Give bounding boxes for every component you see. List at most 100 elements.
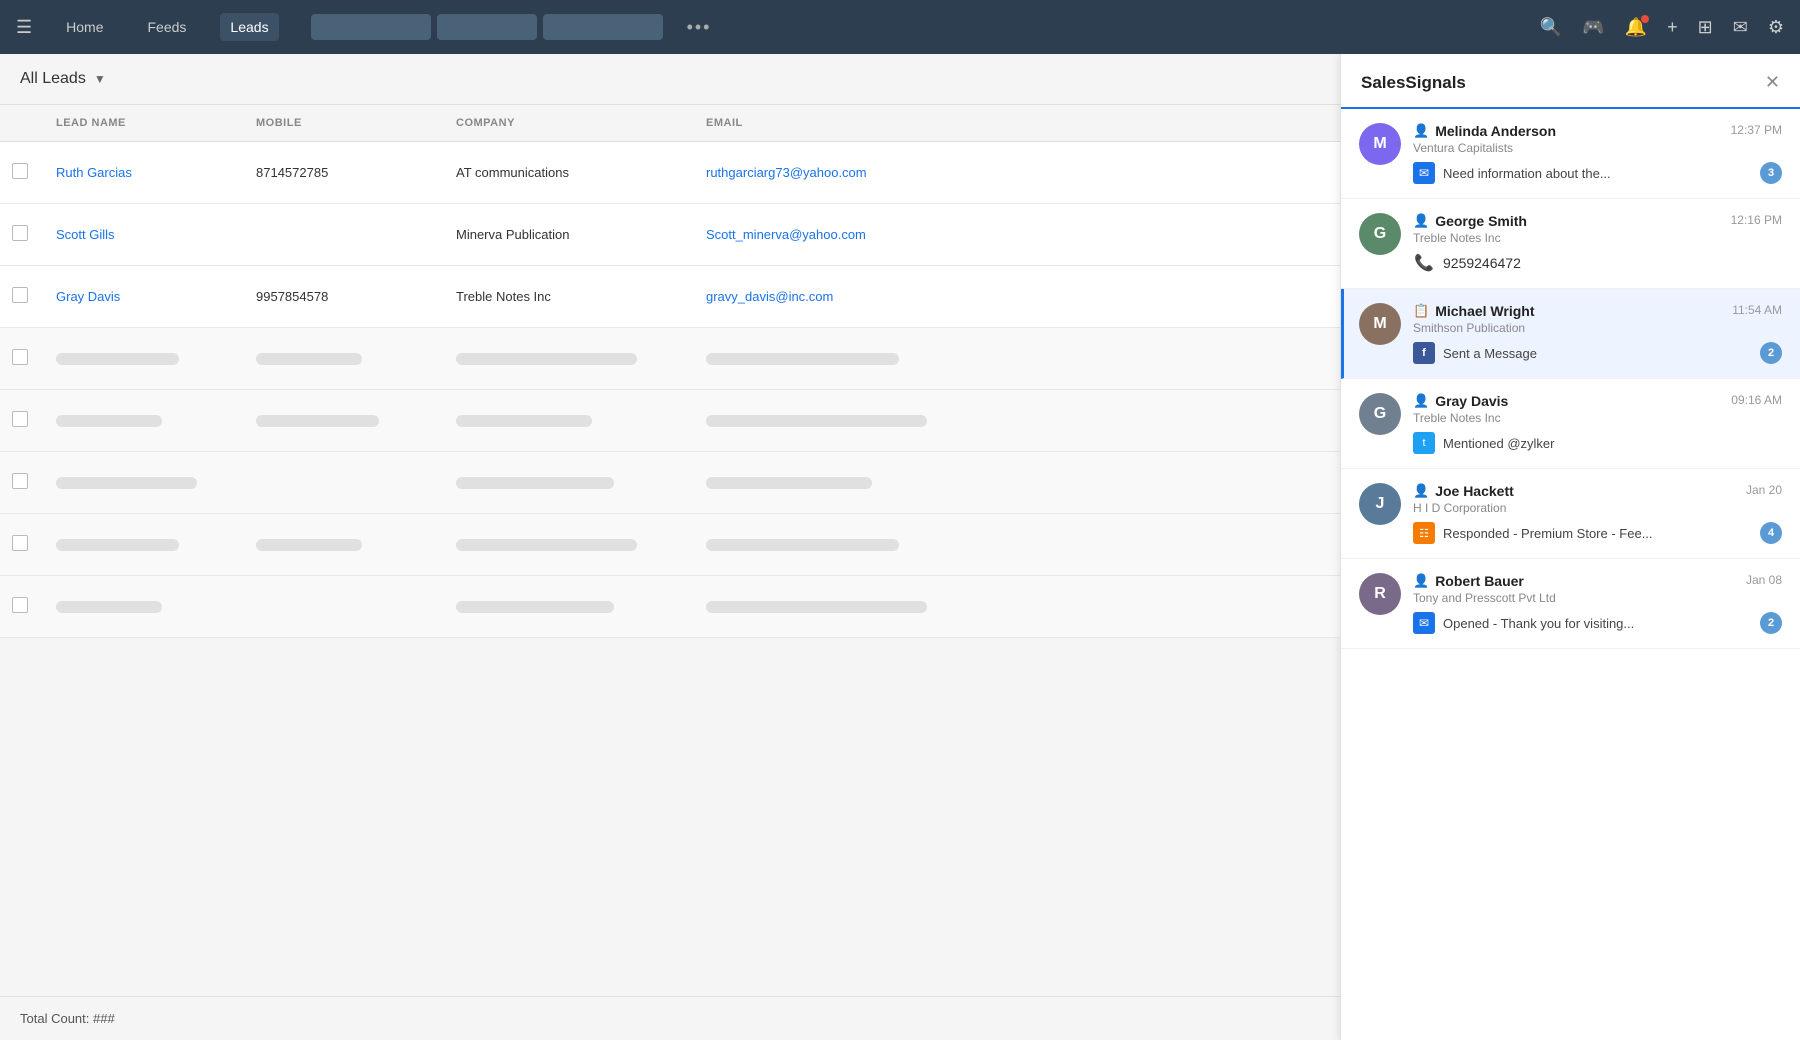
avatar-robert: R	[1359, 573, 1401, 615]
total-count: Total Count: ###	[0, 996, 1340, 1040]
col-mobile: MOBILE	[244, 117, 444, 129]
signal-badge: 2	[1760, 612, 1782, 634]
avatar-michael: M	[1359, 303, 1401, 345]
close-icon[interactable]: ✕	[1765, 72, 1780, 107]
signal-company: Tony and Presscott Pvt Ltd	[1413, 591, 1782, 605]
signal-action-row: f Sent a Message 2	[1413, 342, 1782, 364]
signal-item-robert[interactable]: R 👤 Robert Bauer Jan 08 Tony and Pressco…	[1341, 559, 1800, 649]
tab-3[interactable]	[543, 14, 663, 40]
mail-icon[interactable]: ✉	[1733, 17, 1748, 38]
tab-bar	[311, 14, 663, 40]
signal-action-text: Responded - Premium Store - Fee...	[1443, 526, 1752, 541]
tab-1[interactable]	[311, 14, 431, 40]
tab-2[interactable]	[437, 14, 537, 40]
table-row	[0, 514, 1340, 576]
signal-content-robert: 👤 Robert Bauer Jan 08 Tony and Presscott…	[1413, 573, 1782, 634]
signal-item-melinda[interactable]: M 👤 Melinda Anderson 12:37 PM Ventura Ca…	[1341, 109, 1800, 199]
signal-action-text: Need information about the...	[1443, 166, 1752, 181]
row3-email[interactable]: gravy_davis@inc.com	[694, 289, 994, 304]
checkbox[interactable]	[12, 473, 28, 489]
nav-home[interactable]: Home	[56, 13, 113, 41]
placeholder-company	[444, 477, 694, 489]
checkbox[interactable]	[12, 535, 28, 551]
email-icon: ✉	[1413, 162, 1435, 184]
row2-checkbox[interactable]	[0, 225, 44, 244]
row1-checkbox[interactable]	[0, 163, 44, 182]
signal-item-george[interactable]: G 👤 George Smith 12:16 PM Treble Notes I…	[1341, 199, 1800, 289]
signal-company: Smithson Publication	[1413, 321, 1782, 335]
placeholder-name	[44, 477, 244, 489]
phone-icon: 📞	[1413, 252, 1435, 274]
main-area: All Leads ▼ LEAD NAME MOBILE COMPANY EMA…	[0, 54, 1800, 1040]
signal-action-row: ✉ Need information about the... 3	[1413, 162, 1782, 184]
signal-time: 11:54 AM	[1732, 303, 1782, 317]
col-lead-name: LEAD NAME	[44, 117, 244, 129]
signal-item-joe[interactable]: J 👤 Joe Hackett Jan 20 H I D Corporation…	[1341, 469, 1800, 559]
placeholder-email	[694, 415, 994, 427]
more-tabs-icon[interactable]: •••	[687, 17, 712, 38]
table-row: Scott Gills Minerva Publication Scott_mi…	[0, 204, 1340, 266]
row2-lead-name[interactable]: Scott Gills	[44, 227, 244, 242]
person-icon: 👤	[1413, 393, 1429, 409]
placeholder-checkbox[interactable]	[0, 597, 44, 616]
signal-item-graydavis[interactable]: G 👤 Gray Davis 09:16 AM Treble Notes Inc…	[1341, 379, 1800, 469]
signal-badge: 3	[1760, 162, 1782, 184]
placeholder-checkbox[interactable]	[0, 535, 44, 554]
table-header-row: LEAD NAME MOBILE COMPANY EMAIL	[0, 105, 1340, 142]
checkbox[interactable]	[12, 411, 28, 427]
placeholder-name	[44, 539, 244, 551]
menu-icon[interactable]: ☰	[16, 17, 32, 38]
signal-company: Ventura Capitalists	[1413, 141, 1782, 155]
row3-company: Treble Notes Inc	[444, 289, 694, 304]
game-icon[interactable]: 🎮	[1582, 17, 1604, 38]
row2-email[interactable]: Scott_minerva@yahoo.com	[694, 227, 994, 242]
checkbox[interactable]	[12, 163, 28, 179]
view-dropdown-arrow[interactable]: ▼	[94, 72, 106, 86]
signal-name: 👤 George Smith	[1413, 213, 1527, 229]
placeholder-email	[694, 477, 994, 489]
checkbox[interactable]	[12, 287, 28, 303]
checkbox[interactable]	[12, 597, 28, 613]
placeholder-checkbox[interactable]	[0, 411, 44, 430]
checkbox[interactable]	[12, 349, 28, 365]
placeholder-checkbox[interactable]	[0, 349, 44, 368]
signal-content-michael: 📋 Michael Wright 11:54 AM Smithson Publi…	[1413, 303, 1782, 364]
signal-company: Treble Notes Inc	[1413, 411, 1782, 425]
search-icon[interactable]: 🔍	[1540, 17, 1562, 38]
placeholder-name	[44, 601, 244, 613]
signal-action-row: 📞 9259246472	[1413, 252, 1782, 274]
checkbox[interactable]	[12, 225, 28, 241]
bell-icon[interactable]: 🔔	[1625, 17, 1647, 38]
signals-panel: SalesSignals ✕ M 👤 Melinda Anderson 12:3…	[1340, 54, 1800, 1040]
leads-table: LEAD NAME MOBILE COMPANY EMAIL Ruth Garc…	[0, 105, 1340, 996]
row3-mobile: 9957854578	[244, 289, 444, 304]
person-icon: 👤	[1413, 123, 1429, 139]
row1-company: AT communications	[444, 165, 694, 180]
table-row	[0, 452, 1340, 514]
nav-leads[interactable]: Leads	[220, 13, 278, 41]
leads-header: All Leads ▼	[0, 54, 1340, 105]
placeholder-mobile	[244, 353, 444, 365]
signals-header: SalesSignals ✕	[1341, 54, 1800, 109]
settings-icon[interactable]: ⚙	[1768, 17, 1784, 38]
signal-time: 12:16 PM	[1731, 213, 1782, 227]
signal-top-row: 👤 Melinda Anderson 12:37 PM	[1413, 123, 1782, 139]
row1-lead-name[interactable]: Ruth Garcias	[44, 165, 244, 180]
row1-email[interactable]: ruthgarciarg73@yahoo.com	[694, 165, 994, 180]
placeholder-email	[694, 601, 994, 613]
grid-icon[interactable]: ⊞	[1698, 17, 1713, 38]
signal-action-text: Mentioned @zylker	[1443, 436, 1782, 451]
nav-feeds[interactable]: Feeds	[138, 13, 197, 41]
row3-checkbox[interactable]	[0, 287, 44, 306]
row3-lead-name[interactable]: Gray Davis	[44, 289, 244, 304]
signal-time: 09:16 AM	[1731, 393, 1782, 407]
leads-panel: All Leads ▼ LEAD NAME MOBILE COMPANY EMA…	[0, 54, 1340, 1040]
signal-time: Jan 20	[1746, 483, 1782, 497]
add-icon[interactable]: +	[1667, 17, 1678, 38]
placeholder-email	[694, 539, 994, 551]
signal-item-michael[interactable]: M 📋 Michael Wright 11:54 AM Smithson Pub…	[1341, 289, 1800, 379]
signal-time: Jan 08	[1746, 573, 1782, 587]
signal-top-row: 👤 Robert Bauer Jan 08	[1413, 573, 1782, 589]
placeholder-checkbox[interactable]	[0, 473, 44, 492]
placeholder-email	[694, 353, 994, 365]
